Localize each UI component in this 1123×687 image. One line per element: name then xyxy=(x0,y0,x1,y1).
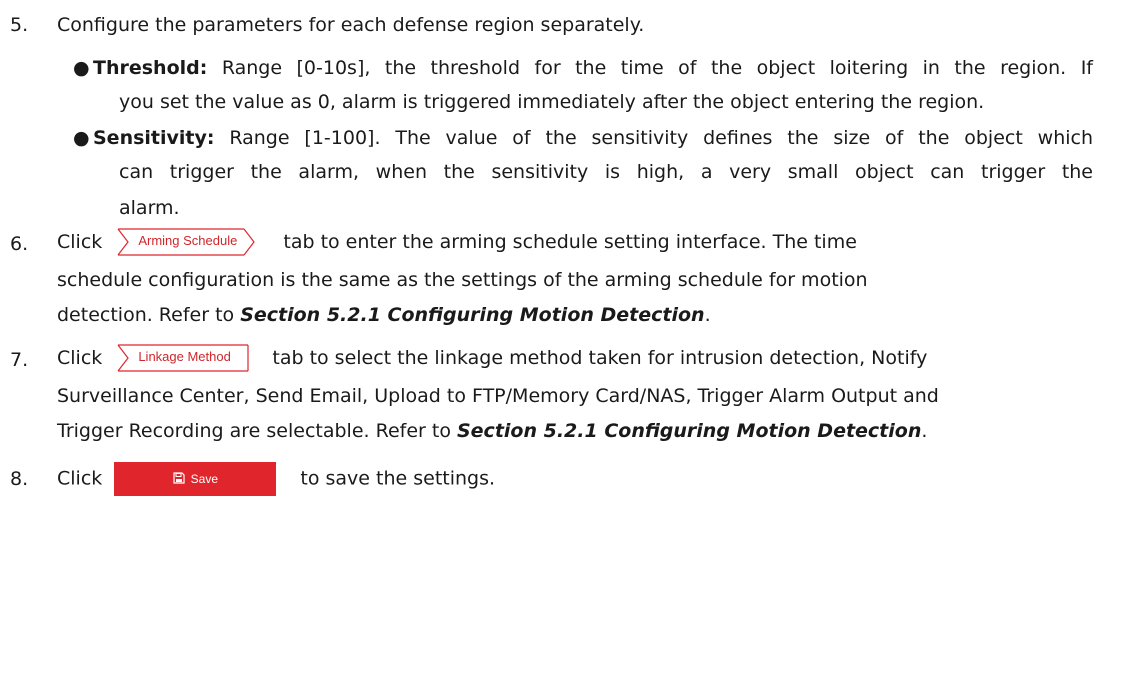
sensitivity-label: Sensitivity: xyxy=(93,127,215,149)
threshold-text-1: Range [0-10s], the threshold for the tim… xyxy=(207,57,1093,79)
step-6-line-2: schedule configuration is the same as th… xyxy=(57,269,868,291)
step-6-text-1: tab to enter the arming schedule setting… xyxy=(283,231,857,253)
section-reference-link: Section 5.2.1 Configuring Motion Detecti… xyxy=(456,420,922,442)
arming-schedule-tab-button[interactable]: Arming Schedule xyxy=(116,228,261,256)
step-7-click: Click xyxy=(57,347,103,369)
threshold-label: Threshold: xyxy=(93,57,208,79)
floppy-disk-icon xyxy=(173,471,185,484)
linkage-method-label: Linkage Method xyxy=(138,349,231,364)
step-7-number: 7. xyxy=(10,349,29,371)
step-6-line-3: detection. Refer to Section 5.2.1 Config… xyxy=(57,304,711,326)
step-6-click: Click xyxy=(57,231,103,253)
bullet-icon: ● xyxy=(73,127,90,149)
step-5-text: Configure the parameters for each defens… xyxy=(57,14,645,36)
step-6-line-1: Click Arming Schedule tab to enter the a… xyxy=(57,228,857,256)
section-reference-link: Section 5.2.1 Configuring Motion Detecti… xyxy=(240,304,705,326)
step-8-number: 8. xyxy=(10,468,29,490)
step-6-number: 6. xyxy=(10,233,29,255)
save-button-label: Save xyxy=(190,471,218,486)
step-8-line: Click Save to save the settings. xyxy=(57,458,495,499)
sensitivity-line-3: alarm. xyxy=(119,197,180,219)
sensitivity-text-1: Range [1-100]. The value of the sensitiv… xyxy=(214,127,1093,149)
step-5-number: 5. xyxy=(10,14,29,36)
step-7-line-3: Trigger Recording are selectable. Refer … xyxy=(57,420,928,442)
arming-schedule-label: Arming Schedule xyxy=(138,233,238,248)
threshold-line-2: you set the value as 0, alarm is trigger… xyxy=(119,91,985,113)
step-7-line-1: Click Linkage Method tab to select the l… xyxy=(57,344,927,372)
linkage-method-tab-button[interactable]: Linkage Method xyxy=(116,344,250,372)
step-7-line-2: Surveillance Center, Send Email, Upload … xyxy=(57,385,939,407)
bullet-icon: ● xyxy=(73,57,90,79)
sensitivity-line-2: can trigger the alarm, when the sensitiv… xyxy=(119,161,1093,183)
save-button[interactable]: Save xyxy=(114,461,277,496)
step-8-click: Click xyxy=(57,467,103,490)
step-8-text: to save the settings. xyxy=(300,467,496,490)
threshold-line-1: Threshold: Range [0-10s], the threshold … xyxy=(93,56,1093,80)
sensitivity-line-1: Sensitivity: Range [1-100]. The value of… xyxy=(93,126,1093,150)
step-7-text-1: tab to select the linkage method taken f… xyxy=(272,347,928,369)
